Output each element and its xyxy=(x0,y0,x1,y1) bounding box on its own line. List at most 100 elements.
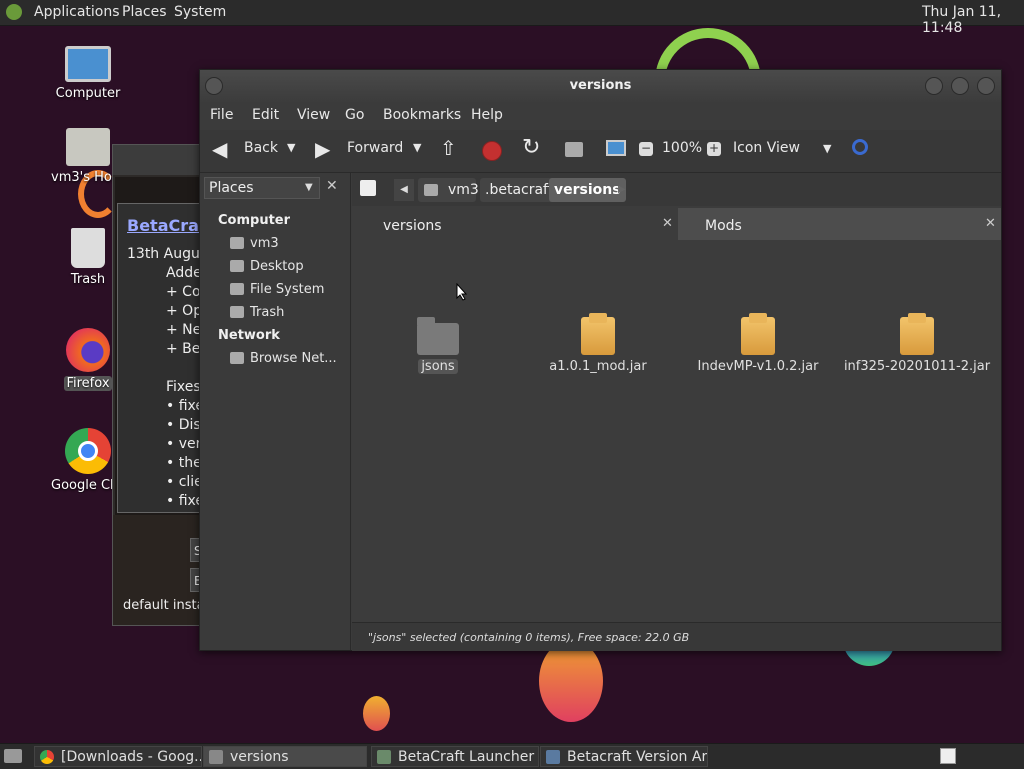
path-segment-betacraft[interactable]: .betacraft xyxy=(480,178,559,202)
zoom-in-icon[interactable]: + xyxy=(707,142,721,156)
menu-view[interactable]: View xyxy=(297,107,330,123)
status-bar: "jsons" selected (containing 0 items), F… xyxy=(352,622,1001,651)
betacraft-text-line: + Co xyxy=(166,284,201,300)
search-icon[interactable] xyxy=(852,139,868,155)
sidebar-item-trash[interactable]: Trash xyxy=(230,305,284,320)
desktop-icon-computer[interactable]: Computer xyxy=(38,46,138,101)
menu-file[interactable]: File xyxy=(210,107,233,123)
mouse-cursor-icon xyxy=(456,283,468,301)
folder-icon xyxy=(417,317,459,355)
tab-mods[interactable]: Mods ✕ xyxy=(678,208,1001,240)
sidebar-header-computer: Computer xyxy=(218,213,291,228)
menu-edit[interactable]: Edit xyxy=(252,107,279,123)
sidebar-item-desktop[interactable]: Desktop xyxy=(230,259,304,274)
trash-icon xyxy=(230,306,244,318)
sidebar-item-label: Desktop xyxy=(250,259,304,274)
home-icon[interactable] xyxy=(565,142,583,157)
reload-icon[interactable]: ↻ xyxy=(522,135,540,160)
stop-icon[interactable] xyxy=(482,141,502,161)
taskbar-item-label: versions xyxy=(230,749,289,765)
jar-package-icon xyxy=(900,313,934,355)
places-dropdown[interactable]: Places ▼ xyxy=(204,177,320,199)
betacraft-text-line: Adde xyxy=(166,265,202,281)
show-desktop-icon[interactable] xyxy=(4,749,22,763)
distro-logo-icon[interactable] xyxy=(6,4,22,20)
menu-places[interactable]: Places xyxy=(122,4,167,20)
decorative-blob xyxy=(539,640,603,722)
tab-label: versions xyxy=(383,218,442,234)
betacraft-footer: default insta xyxy=(123,598,205,613)
menu-help[interactable]: Help xyxy=(471,107,503,123)
zoom-out-icon[interactable]: − xyxy=(639,142,653,156)
menu-applications[interactable]: Applications xyxy=(34,4,120,20)
java-icon xyxy=(377,750,391,764)
home-icon xyxy=(230,237,244,249)
file-item-indevmp-jar[interactable]: IndevMP-v1.0.2.jar xyxy=(683,313,833,374)
taskbar-item-betacraft-launcher[interactable]: BetaCraft Launcher ... xyxy=(371,746,539,767)
home-folder-icon xyxy=(66,128,110,166)
forward-history-dropdown[interactable]: ▼ xyxy=(413,141,421,154)
taskbar-item-versions[interactable]: versions xyxy=(203,746,367,767)
file-item-inf325-jar[interactable]: inf325-20201011-2.jar xyxy=(842,313,992,374)
sidebar-item-browse-network[interactable]: Browse Net... xyxy=(230,351,337,366)
title-bar[interactable]: versions xyxy=(200,70,1001,102)
computer-icon xyxy=(65,46,111,82)
taskbar: [Downloads - Goog... versions BetaCraft … xyxy=(0,743,1024,769)
view-mode-dropdown[interactable]: ▼ xyxy=(823,142,831,155)
back-arrow-icon[interactable]: ◀ xyxy=(212,137,227,161)
path-segment-label: vm3 xyxy=(448,182,479,198)
tab-versions[interactable]: versions ✕ xyxy=(354,208,676,240)
taskbar-item-downloads[interactable]: [Downloads - Goog... xyxy=(34,746,202,767)
jar-package-icon xyxy=(741,313,775,355)
minimize-button[interactable] xyxy=(925,77,943,95)
close-button[interactable] xyxy=(977,77,995,95)
path-left-arrow-icon[interactable]: ◀ xyxy=(394,179,414,201)
menu-system[interactable]: System xyxy=(174,4,226,20)
view-mode-select[interactable]: Icon View xyxy=(733,140,800,156)
firefox-icon xyxy=(66,328,110,372)
network-icon xyxy=(230,352,244,364)
sidebar-item-vm3[interactable]: vm3 xyxy=(230,236,279,251)
taskbar-item-betacraft-version[interactable]: Betacraft Version Ar... xyxy=(540,746,708,767)
file-item-jsons[interactable]: jsons xyxy=(363,317,513,374)
path-segment-versions[interactable]: versions xyxy=(549,178,626,202)
clock[interactable]: Thu Jan 11, 11:48 xyxy=(922,4,1024,36)
menu-bar: File Edit View Go Bookmarks Help xyxy=(200,102,1001,130)
sidebar-item-label: Browse Net... xyxy=(250,351,337,366)
computer-icon[interactable] xyxy=(606,140,626,156)
menu-bookmarks[interactable]: Bookmarks xyxy=(383,107,461,123)
betacraft-text-line: • clie xyxy=(166,474,203,490)
sidebar-item-label: vm3 xyxy=(250,236,279,251)
back-history-dropdown[interactable]: ▼ xyxy=(287,141,295,154)
betacraft-text-line: • the xyxy=(166,455,202,471)
path-bar: ◀ vm3 .betacraft versions ▶ xyxy=(352,173,1001,206)
file-name: IndevMP-v1.0.2.jar xyxy=(697,359,819,374)
menu-go[interactable]: Go xyxy=(345,107,364,123)
up-arrow-icon[interactable]: ⇧ xyxy=(440,136,457,160)
maximize-button[interactable] xyxy=(951,77,969,95)
tab-label: Mods xyxy=(705,218,742,234)
sidebar-header-network: Network xyxy=(218,328,280,343)
sidebar: Places ▼ ✕ Computer vm3 Desktop File Sys… xyxy=(200,173,351,650)
sidebar-item-file-system[interactable]: File System xyxy=(230,282,324,297)
trash-icon xyxy=(71,228,105,268)
path-right-arrow-icon[interactable]: ▶ xyxy=(618,179,626,201)
chevron-down-icon: ▼ xyxy=(305,182,313,193)
edit-location-icon[interactable] xyxy=(360,180,376,196)
forward-arrow-icon[interactable]: ▶ xyxy=(315,137,330,161)
taskbar-item-label: Betacraft Version Ar... xyxy=(567,749,708,765)
file-item-a1-jar[interactable]: a1.0.1_mod.jar xyxy=(523,313,673,374)
file-name: inf325-20201011-2.jar xyxy=(843,359,991,374)
zoom-level: 100% xyxy=(662,140,703,156)
path-segment-vm3[interactable]: vm3 xyxy=(418,178,479,202)
content-area: ◀ vm3 .betacraft versions ▶ versions ✕ M… xyxy=(352,173,1001,651)
back-button[interactable]: Back xyxy=(244,140,278,156)
close-tab-icon[interactable]: ✕ xyxy=(662,216,673,231)
workspace-switcher-icon[interactable] xyxy=(940,748,956,764)
file-manager-window[interactable]: versions File Edit View Go Bookmarks Hel… xyxy=(199,69,1002,651)
chrome-icon xyxy=(65,428,111,474)
close-tab-icon[interactable]: ✕ xyxy=(985,216,996,231)
close-sidebar-icon[interactable]: ✕ xyxy=(326,178,338,194)
status-text: "jsons" selected (containing 0 items), F… xyxy=(368,631,690,644)
forward-button[interactable]: Forward xyxy=(347,140,403,156)
